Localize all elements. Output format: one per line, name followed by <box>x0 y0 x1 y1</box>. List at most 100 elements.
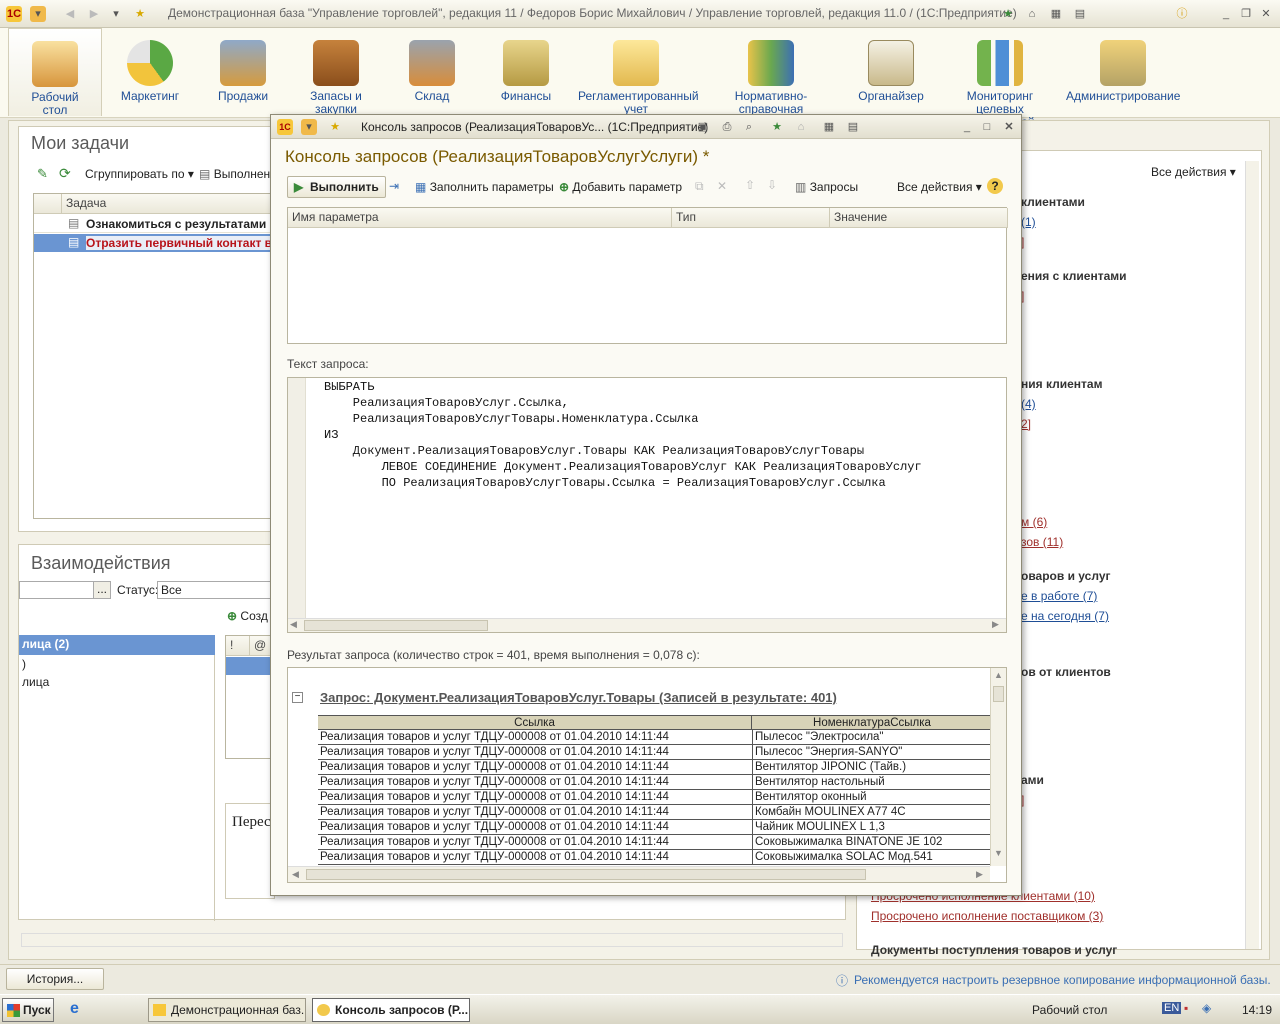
preview-icon[interactable]: ⌕ <box>741 119 757 135</box>
1c-logo-icon[interactable]: 1С <box>277 119 293 135</box>
right-panel-line[interactable]: зов (11) <box>1021 535 1063 549</box>
column-header-value[interactable]: Значение <box>830 208 1008 228</box>
delete-icon[interactable]: ✕ <box>717 179 727 193</box>
favorite-add-icon[interactable]: ★ <box>1000 6 1016 22</box>
filter-input[interactable] <box>19 581 95 599</box>
queries-button[interactable]: ▥ Запросы <box>795 180 858 194</box>
section-administration[interactable]: Администрирование <box>1066 28 1180 116</box>
copy-icon[interactable]: ⧉ <box>695 179 704 194</box>
filter-select-button[interactable]: ... <box>93 581 111 599</box>
right-panel-line[interactable]: Просрочено исполнение поставщиком (3) <box>871 909 1103 923</box>
ie-icon[interactable]: e <box>70 1000 79 1018</box>
print-icon[interactable]: ⎙ <box>719 119 735 135</box>
scroll-left-icon[interactable]: ◀ <box>292 869 299 880</box>
horizontal-scrollbar[interactable] <box>21 933 843 947</box>
close-icon[interactable]: ✕ <box>1001 119 1017 135</box>
column-header-important[interactable]: ! <box>226 636 250 656</box>
section-stock-purchases[interactable]: Запасы и закупки <box>300 28 372 116</box>
language-indicator[interactable]: EN <box>1162 1002 1182 1014</box>
table-row[interactable]: Реализация товаров и услуг ТДЦУ-000008 о… <box>318 805 992 820</box>
calendar-icon[interactable]: ▤ <box>1072 6 1088 22</box>
run-button[interactable]: ▶ Выполнить <box>287 176 386 198</box>
table-row[interactable]: Реализация товаров и услуг ТДЦУ-000008 о… <box>318 730 992 745</box>
backup-hint-link[interactable]: Рекомендуется настроить резервное копиро… <box>854 973 1271 987</box>
right-panel-line[interactable]: е на сегодня (7) <box>1021 609 1109 623</box>
1c-logo-icon[interactable]: 1С <box>6 6 22 22</box>
maximize-icon[interactable]: ❐ <box>1238 6 1254 22</box>
column-header-type[interactable]: Тип <box>672 208 830 228</box>
status-select[interactable]: Все <box>157 581 277 599</box>
section-desktop[interactable]: Рабочий стол <box>8 28 102 117</box>
scroll-left-icon[interactable]: ◀ <box>290 619 297 630</box>
taskbar-item-query-console[interactable]: Консоль запросов (Р... <box>312 998 470 1022</box>
move-down-icon[interactable]: ⇩ <box>767 178 777 192</box>
table-row-selected[interactable] <box>226 657 276 675</box>
table-row[interactable]: Реализация товаров и услуг ТДЦУ-000008 о… <box>318 850 992 865</box>
scroll-right-icon[interactable]: ▶ <box>976 869 983 880</box>
vertical-scrollbar[interactable]: ▲ ▼ <box>990 668 1006 866</box>
right-panel-line[interactable]: м (6) <box>1021 515 1047 529</box>
horizontal-scrollbar[interactable]: ◀ ▶ <box>288 866 990 882</box>
favorite-add-icon[interactable]: ★ <box>769 119 785 135</box>
section-reference-info[interactable]: Нормативно-справочная информация <box>704 28 838 129</box>
calculator-icon[interactable]: ▦ <box>1048 6 1064 22</box>
maximize-icon[interactable]: □ <box>979 119 995 135</box>
save-icon[interactable]: ▣ <box>695 119 711 135</box>
scrollbar-thumb[interactable] <box>304 620 488 631</box>
help-icon[interactable]: ? <box>987 178 1003 194</box>
forward-arrow-icon[interactable]: ▶ <box>86 6 102 22</box>
back-arrow-icon[interactable]: ◀ <box>62 6 78 22</box>
section-sales[interactable]: Продажи <box>204 28 282 116</box>
favorites-star-icon[interactable]: ★ <box>132 6 148 22</box>
column-header-param-name[interactable]: Имя параметра <box>288 208 672 228</box>
taskbar-item-demo-base[interactable]: Демонстрационная баз... <box>148 998 306 1022</box>
minimize-icon[interactable]: _ <box>959 119 975 135</box>
menu-dropdown-icon[interactable]: ▾ <box>30 6 46 22</box>
calendar-icon[interactable]: ▤ <box>845 119 861 135</box>
fill-params-button[interactable]: ▦ Заполнить параметры <box>415 180 554 194</box>
add-param-button[interactable]: ⊕ Добавить параметр <box>559 180 682 194</box>
history-dropdown-icon[interactable]: ▾ <box>108 6 124 22</box>
all-actions-button[interactable]: Все действия ▾ <box>1151 165 1236 179</box>
table-row[interactable]: Реализация товаров и услуг ТДЦУ-000008 о… <box>318 835 992 850</box>
table-row[interactable]: Реализация товаров и услуг ТДЦУ-000008 о… <box>318 775 992 790</box>
info-icon[interactable]: ⓘ <box>1174 6 1190 22</box>
list-item[interactable]: лица (2) <box>19 635 215 655</box>
section-warehouse[interactable]: Склад <box>396 28 468 116</box>
scroll-up-icon[interactable]: ▲ <box>994 670 1003 680</box>
query-text-editor[interactable]: ВЫБРАТЬ РеализацияТоваровУслуг.Ссылка, Р… <box>287 377 1007 633</box>
scroll-down-icon[interactable]: ▼ <box>994 848 1003 858</box>
right-panel-line[interactable]: (4) <box>1021 397 1036 411</box>
close-icon[interactable]: ✕ <box>1258 6 1274 22</box>
table-row[interactable]: Реализация товаров и услуг ТДЦУ-000008 о… <box>318 820 992 835</box>
vertical-scrollbar[interactable] <box>1245 161 1259 949</box>
list-item[interactable]: ) <box>22 657 26 671</box>
execute-button[interactable]: ▤ Выполнен <box>199 167 270 181</box>
scroll-right-icon[interactable]: ▶ <box>992 619 999 630</box>
table-row[interactable]: Реализация товаров и услуг ТДЦУ-000008 о… <box>318 745 992 760</box>
right-panel-line[interactable]: 2] <box>1021 417 1031 431</box>
refresh-icon[interactable]: ⟳ <box>59 165 71 182</box>
table-row[interactable]: Реализация товаров и услуг ТДЦУ-000008 о… <box>318 760 992 775</box>
step-into-icon[interactable]: ⇥ <box>389 179 399 193</box>
right-panel-line[interactable]: (1) <box>1021 215 1036 229</box>
group-by-button[interactable]: Сгруппировать по ▾ <box>85 167 194 181</box>
right-panel-line[interactable]: е в работе (7) <box>1021 589 1097 603</box>
section-finance[interactable]: Финансы <box>490 28 562 116</box>
favorites-star-icon[interactable]: ★ <box>327 119 343 135</box>
home-icon[interactable]: ⌂ <box>1024 6 1040 22</box>
column-header-task[interactable]: Задача <box>62 194 274 214</box>
all-actions-button[interactable]: Все действия ▾ <box>897 180 982 194</box>
table-row[interactable]: ▤ Ознакомиться с результатами <box>34 215 274 233</box>
section-target-monitoring[interactable]: Мониторинг целевых показателей <box>942 28 1058 129</box>
table-row[interactable]: Реализация товаров и услуг ТДЦУ-000008 о… <box>318 790 992 805</box>
table-row-selected[interactable]: ▤ Отразить первичный контакт в <box>34 234 274 252</box>
history-button[interactable]: История... <box>6 968 104 990</box>
scrollbar-thumb[interactable] <box>306 869 866 880</box>
section-regulated-accounting[interactable]: Регламентированный учет <box>576 28 699 116</box>
section-organizer[interactable]: Органайзер <box>852 28 930 116</box>
desktop-toolbar-label[interactable]: Рабочий стол <box>1032 1003 1107 1017</box>
collapse-group-icon[interactable]: − <box>292 692 303 703</box>
horizontal-scrollbar[interactable]: ◀ ▶ <box>288 618 1006 632</box>
calculator-icon[interactable]: ▦ <box>821 119 837 135</box>
